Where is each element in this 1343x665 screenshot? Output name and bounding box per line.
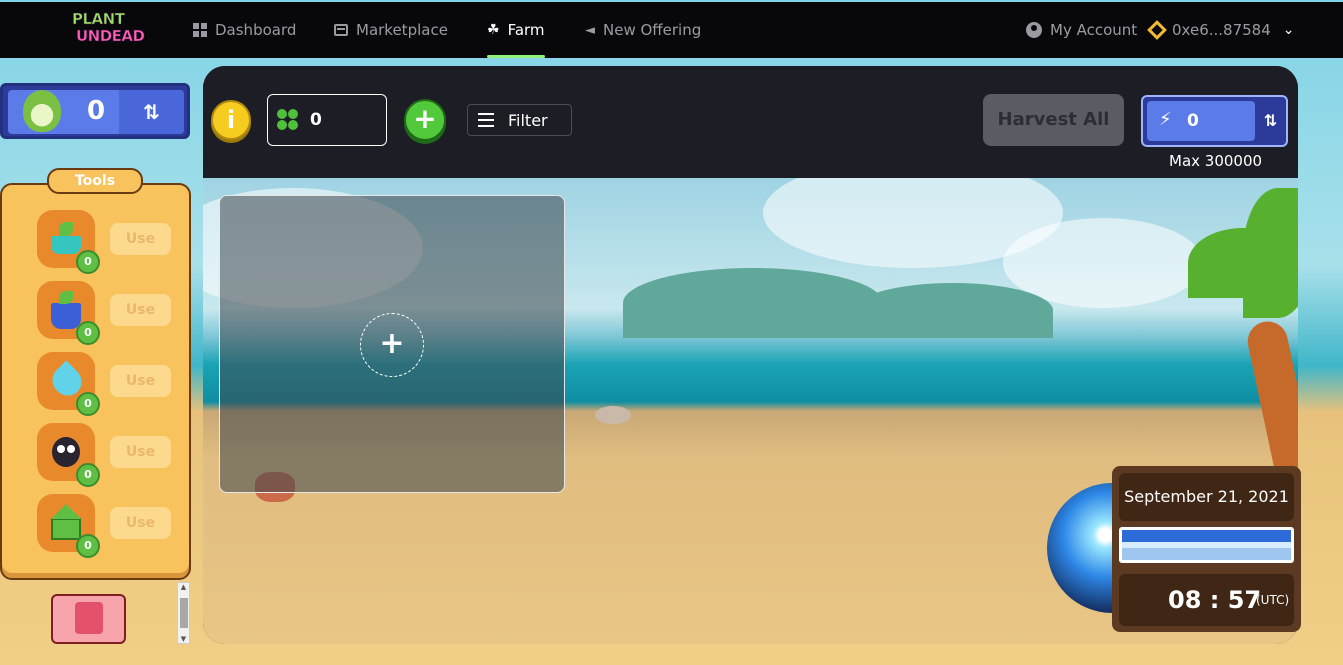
seed-balance-box: 0 ⇅ <box>0 83 190 139</box>
nav-farm-label: Farm <box>507 21 545 39</box>
wallet-address: 0xe6...87584 <box>1172 21 1271 39</box>
energy-value: 0 <box>1187 111 1199 131</box>
farm-toolbar: i 0 + Filter Harvest All ⚡ 0 ⇅ Max 30000… <box>203 66 1298 178</box>
clover-value: 0 <box>310 110 322 130</box>
seed-balance-value: 0 <box>86 96 106 126</box>
logo-text-plant: PLANT <box>72 10 126 28</box>
island-hill <box>853 283 1053 338</box>
sidebar-scrollbar[interactable]: ▲ ▼ <box>177 582 190 644</box>
shopping-bag-icon[interactable] <box>51 594 126 644</box>
farm-icon: ☘ <box>487 22 500 38</box>
wallet-dropdown[interactable]: 0xe6...87584 ⌄ <box>1147 2 1295 58</box>
tool-count-badge: 0 <box>76 321 100 345</box>
tool-row: 0 Use <box>37 352 177 416</box>
tool-count-badge: 0 <box>76 250 100 274</box>
megaphone-icon: ◄ <box>585 22 595 38</box>
time-display: 08 : 57 (UTC) <box>1119 574 1294 626</box>
nav-dashboard[interactable]: Dashboard <box>193 2 296 58</box>
top-nav: PLANT UNDEAD Dashboard Marketplace ☘ Far… <box>0 2 1343 58</box>
my-account-label: My Account <box>1050 21 1138 39</box>
tool-row: 0 Use <box>37 423 177 487</box>
energy-inner: ⚡ 0 <box>1147 101 1255 141</box>
rock <box>595 406 631 424</box>
nav-farm[interactable]: ☘ Farm <box>487 2 545 58</box>
scroll-down-arrow-icon[interactable]: ▼ <box>178 635 189 643</box>
marketplace-icon <box>334 24 348 36</box>
use-greenhouse-button[interactable]: Use <box>110 507 171 539</box>
nav-marketplace-label: Marketplace <box>356 21 448 39</box>
bnb-icon <box>1147 20 1167 40</box>
filter-icon <box>478 113 494 127</box>
my-account-link[interactable]: My Account <box>1026 2 1137 58</box>
add-plant-button[interactable]: + <box>360 313 424 377</box>
nav-new-offering[interactable]: ◄ New Offering <box>585 2 701 58</box>
tools-panel: 0 Use 0 Use 0 Use 0 Use 0 Use <box>0 183 191 580</box>
tool-count-badge: 0 <box>76 392 100 416</box>
season-scene-strip <box>1119 527 1294 563</box>
plant-vs-undead-logo[interactable]: PLANT UNDEAD <box>72 10 146 49</box>
tool-count-badge: 0 <box>76 463 100 487</box>
logo-text-undead: UNDEAD <box>76 27 146 45</box>
empty-plant-slot[interactable]: + <box>219 195 565 493</box>
lightning-bolt-icon: ⚡ <box>1159 109 1172 130</box>
island-hill <box>623 268 883 338</box>
filter-label: Filter <box>508 110 548 130</box>
nav-new-offering-label: New Offering <box>603 21 702 39</box>
tool-row: 0 Use <box>37 281 177 345</box>
filter-button[interactable]: Filter <box>467 104 572 136</box>
clover-icon <box>277 109 299 131</box>
palm-leaf <box>1243 188 1298 318</box>
clock-widget: September 21, 2021 08 : 57 (UTC) <box>1112 466 1301 632</box>
tool-row: 0 Use <box>37 494 177 558</box>
scrollbar-thumb[interactable] <box>180 598 188 628</box>
seed-icon <box>23 90 61 132</box>
scroll-up-arrow-icon[interactable]: ▲ <box>178 583 189 591</box>
tool-row: 0 Use <box>37 210 177 274</box>
clover-counter: 0 <box>267 94 387 146</box>
energy-box: ⚡ 0 ⇅ <box>1141 95 1288 147</box>
harvest-all-button[interactable]: Harvest All <box>983 94 1124 146</box>
chevron-down-icon: ⌄ <box>1282 22 1295 38</box>
nav-dashboard-label: Dashboard <box>215 21 297 39</box>
energy-swap-icon[interactable]: ⇅ <box>1257 101 1284 141</box>
current-date: September 21, 2021 <box>1119 473 1294 521</box>
add-button[interactable]: + <box>404 99 446 141</box>
use-small-pot-button[interactable]: Use <box>110 223 171 255</box>
current-time: 08 : 57 <box>1168 586 1262 614</box>
tool-count-badge: 0 <box>76 534 100 558</box>
nav-marketplace[interactable]: Marketplace <box>334 2 448 58</box>
timezone-label: (UTC) <box>1256 593 1290 607</box>
tools-title: Tools <box>47 168 143 194</box>
use-scarecrow-button[interactable]: Use <box>110 436 171 468</box>
dashboard-icon <box>193 23 207 37</box>
info-button[interactable]: i <box>211 100 251 140</box>
use-water-button[interactable]: Use <box>110 365 171 397</box>
swap-arrows-icon[interactable]: ⇅ <box>119 90 184 134</box>
energy-max-label: Max 300000 <box>1169 152 1263 170</box>
user-icon <box>1026 22 1042 38</box>
use-big-pot-button[interactable]: Use <box>110 294 171 326</box>
